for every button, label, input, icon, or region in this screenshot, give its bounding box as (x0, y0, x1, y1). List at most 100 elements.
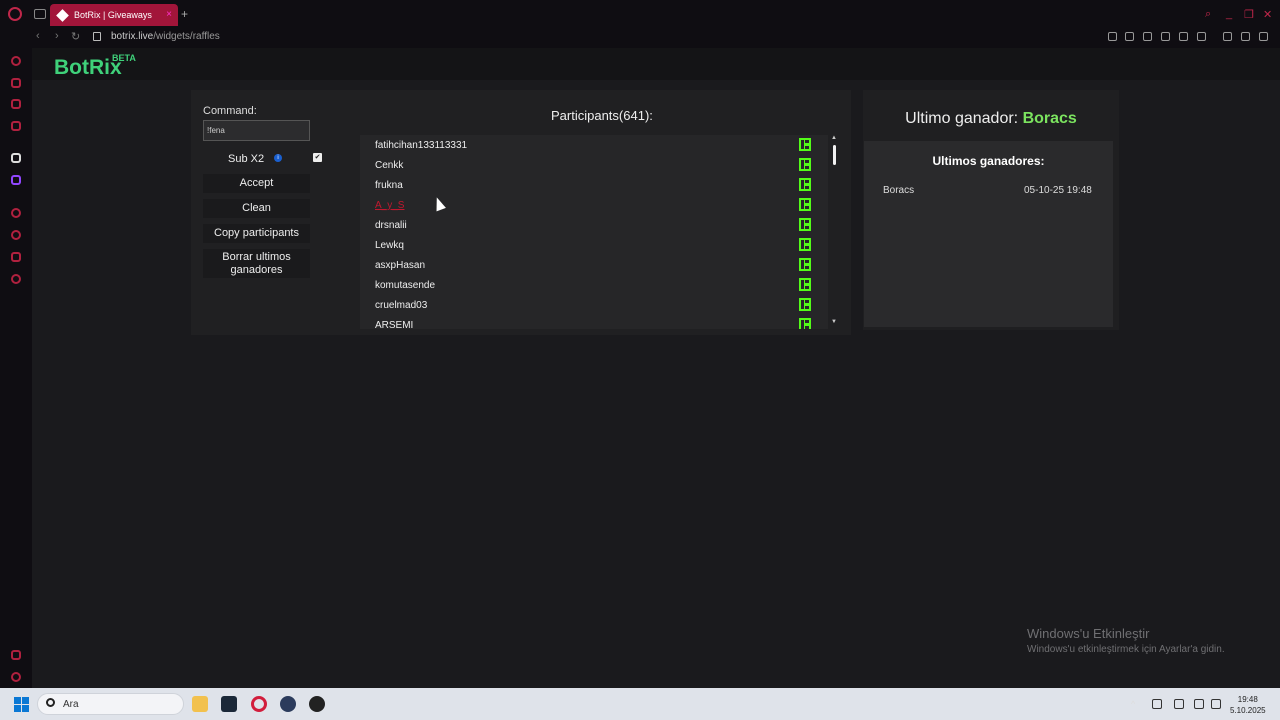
sidebar-twitch-icon[interactable] (11, 175, 21, 185)
participant-name: asxpHasan (375, 260, 426, 271)
back-icon[interactable]: ‹ (36, 30, 40, 42)
participant-name: komutasende (375, 280, 436, 291)
activation-watermark-title: Windows'u Etkinleştir (1027, 626, 1150, 641)
sidebar-history-icon[interactable] (11, 56, 21, 66)
url-field[interactable]: botrix.live/widgets/raffles (111, 31, 220, 42)
kick-icon (799, 298, 811, 311)
forward-icon[interactable]: › (55, 30, 59, 42)
search-tabs-icon[interactable]: ⌕ (1205, 8, 1211, 21)
participant-row[interactable]: fatihcihan133113331 (375, 135, 815, 155)
participants-title: Participants(641): (551, 108, 653, 123)
botrix-favicon-icon (56, 8, 69, 22)
volume-icon[interactable] (1211, 699, 1221, 709)
onedrive-icon[interactable] (1152, 699, 1162, 709)
tab-botrix-giveaways[interactable]: BotRix | Giveaways × (50, 4, 178, 26)
taskbar-clock[interactable]: 19:48 5.10.2025 (1230, 694, 1266, 716)
obs-icon[interactable] (309, 696, 325, 712)
tray-chevron-icon[interactable]: ^ (1131, 699, 1141, 709)
adblock-icon[interactable] (1143, 32, 1152, 41)
winner-entry-date: 05-10-25 19:48 (1024, 185, 1092, 196)
opera-sidebar (0, 48, 32, 688)
windows-start-icon[interactable] (14, 697, 29, 712)
participant-row[interactable]: asxpHasan (375, 255, 815, 275)
winners-list-title: Ultimos ganadores: (932, 154, 1045, 168)
sidebar-kick-icon[interactable] (11, 153, 21, 163)
new-tab-icon[interactable]: + (181, 7, 188, 21)
sidebar-aria-icon[interactable] (11, 78, 21, 88)
sidebar-more-icon[interactable] (11, 672, 21, 682)
restore-icon[interactable]: ❐ (1244, 8, 1254, 21)
tab-menu-icon[interactable] (34, 9, 46, 19)
sidebar-extensions-icon[interactable] (11, 252, 21, 262)
kick-icon (799, 318, 811, 329)
command-input[interactable] (203, 120, 310, 141)
copy-participants-button[interactable]: Copy participants (203, 224, 310, 243)
participant-row[interactable]: Lewkq (375, 235, 815, 255)
accept-button[interactable]: Accept (203, 174, 310, 193)
taskbar: Ara ^ 19:48 5.10.2025 (0, 688, 1280, 720)
activation-watermark-text: Windows'u etkinleştirmek için Ayarlar'a … (1027, 644, 1225, 655)
taskbar-search[interactable]: Ara (37, 693, 184, 715)
kick-icon (799, 258, 811, 271)
kick-icon (799, 138, 811, 151)
clock-time: 19:48 (1237, 695, 1258, 704)
last-winner-prefix: Ultimo ganador: (905, 110, 1023, 127)
borrar-ganadores-button[interactable]: Borrar ultimos ganadores (203, 249, 310, 278)
url-host: botrix.live (111, 31, 154, 42)
close-window-icon[interactable]: ✕ (1263, 8, 1272, 21)
mic-icon[interactable] (1174, 699, 1184, 709)
sub-x2-checkbox[interactable]: ✔ (313, 153, 322, 162)
winner-entry-name: Boracs (883, 185, 915, 196)
page-content: BotRix BETA Command: Sub X2 i ✔ Accept C… (32, 48, 1280, 688)
winners-history: Ultimos ganadores: Boracs 05-10-25 19:48 (864, 141, 1113, 327)
last-winner-title: Ultimo ganador: Boracs (863, 110, 1119, 128)
participants-list[interactable]: fatihcihan133113331 Cenkk frukna A_y_S drsna… (360, 135, 828, 329)
scroll-down-icon[interactable]: ▼ (831, 319, 837, 325)
network-icon[interactable] (1194, 699, 1204, 709)
search-icon (46, 698, 55, 707)
participant-name: ARSEMI (375, 320, 414, 329)
app-taskbar-icon[interactable] (280, 696, 296, 712)
profile-icon[interactable] (1223, 32, 1232, 41)
participant-row[interactable]: frukna (375, 175, 815, 195)
pin-icon[interactable] (1108, 32, 1117, 41)
scroll-up-icon[interactable]: ▲ (831, 135, 837, 141)
sidebar-messenger-icon[interactable] (11, 99, 21, 109)
opera-taskbar-icon[interactable] (251, 696, 267, 712)
participant-row[interactable]: cruelmad03 (375, 295, 815, 315)
sidebar-clock-icon[interactable] (11, 230, 21, 240)
heart-icon[interactable] (1197, 32, 1206, 41)
download-icon[interactable] (1241, 32, 1250, 41)
participant-row[interactable]: drsnalii (375, 215, 815, 235)
minimize-icon[interactable]: _ (1226, 8, 1232, 20)
kick-icon (799, 278, 811, 291)
menu-icon[interactable] (1259, 32, 1268, 41)
scrollbar-thumb[interactable] (833, 145, 836, 165)
info-icon[interactable]: i (274, 154, 282, 162)
clock-date: 5.10.2025 (1230, 706, 1266, 715)
last-winner-name: Boracs (1022, 110, 1077, 127)
sub-x2-label: Sub X2 (228, 153, 265, 165)
kick-icon (799, 198, 811, 211)
beta-badge: BETA (112, 53, 136, 63)
sidebar-player-icon[interactable] (11, 208, 21, 218)
sidebar-footer-icon[interactable] (11, 650, 21, 660)
play-icon[interactable] (1179, 32, 1188, 41)
clean-button[interactable]: Clean (203, 199, 310, 218)
sidebar-news-icon[interactable] (11, 121, 21, 131)
participant-row[interactable]: ARSEMI (375, 315, 815, 329)
translate-icon[interactable] (1161, 32, 1170, 41)
tab-close-icon[interactable]: × (166, 9, 172, 20)
sidebar-settings-icon[interactable] (11, 274, 21, 284)
address-bar: ‹ › ↻ botrix.live/widgets/raffles (0, 28, 1280, 48)
participant-row[interactable]: komutasende (375, 275, 815, 295)
opera-logo-icon[interactable] (8, 7, 22, 21)
reload-icon[interactable]: ↻ (71, 30, 80, 43)
file-explorer-icon[interactable] (192, 696, 208, 712)
steam-icon[interactable] (221, 696, 237, 712)
participant-row[interactable]: Cenkk (375, 155, 815, 175)
snapshot-icon[interactable] (1125, 32, 1134, 41)
tab-bar: BotRix | Giveaways × + ⌕ _ ❐ ✕ (0, 0, 1280, 28)
kick-icon (799, 218, 811, 231)
lock-icon[interactable] (93, 32, 101, 41)
